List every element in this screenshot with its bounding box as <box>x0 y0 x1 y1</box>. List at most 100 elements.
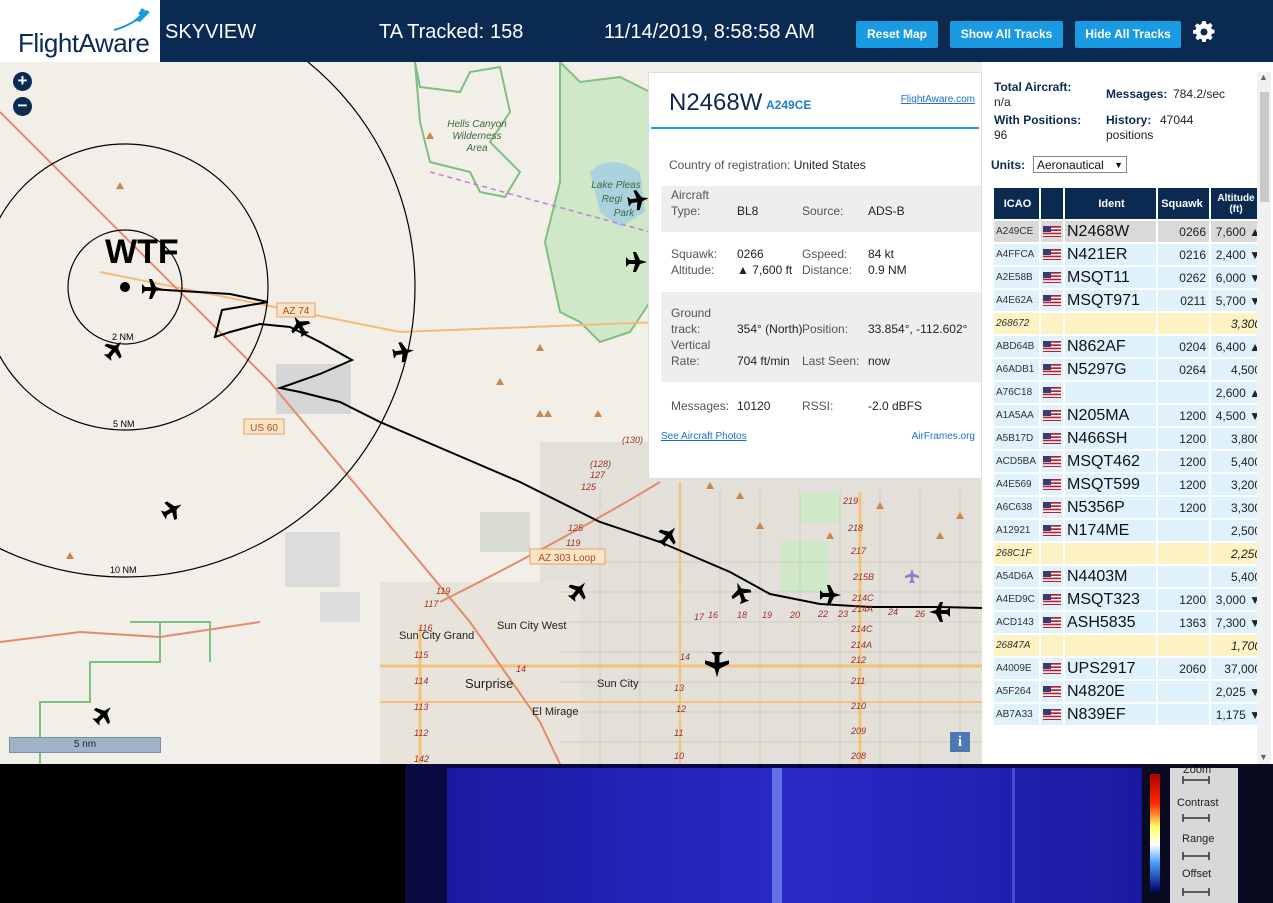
svg-text:212: 212 <box>850 655 866 665</box>
svg-text:209: 209 <box>850 726 866 736</box>
position-value: 33.854°, -112.602° <box>868 322 968 336</box>
us-flag-icon <box>1043 387 1061 399</box>
flag-cell <box>1041 543 1063 564</box>
app-name: SKYVIEW <box>165 21 257 43</box>
table-row[interactable]: A4E569 MSQT599 1200 3,200 <box>994 474 1263 495</box>
icao-cell: 26847A <box>994 635 1039 656</box>
icao-cell: A4ED9C <box>994 589 1039 610</box>
squawk-cell <box>1158 566 1209 587</box>
table-row[interactable]: A4FFCA N421ER 0216 2,400 ▼ <box>994 244 1263 265</box>
table-row[interactable]: ACD5BA MSQT462 1200 5,400 <box>994 451 1263 472</box>
altitude-value: ▲ 7,600 ft <box>737 263 793 277</box>
table-row[interactable]: A4ED9C MSQT323 1200 3,000 ▼ <box>994 589 1263 610</box>
ident-cell: N5297G <box>1065 359 1156 380</box>
icao-cell: A12921 <box>994 520 1039 541</box>
icao-cell: A2E58B <box>994 267 1039 288</box>
table-row[interactable]: A249CE N2468W 0266 7,600 ▲ <box>994 221 1263 242</box>
icao-cell: A249CE <box>994 221 1039 242</box>
table-row[interactable]: A5B17D N466SH 1200 3,800 <box>994 428 1263 449</box>
aircraft-type-label: Aircraft <box>671 188 710 202</box>
column-header-icao[interactable]: ICAO <box>994 188 1039 219</box>
table-row[interactable]: 26847A 1,700 <box>994 635 1263 656</box>
table-row[interactable]: A6C638 N5356P 1200 3,300 <box>994 497 1263 518</box>
icao-cell: 268672 <box>994 313 1039 334</box>
reset-map-button[interactable]: Reset Map <box>856 21 938 48</box>
range-label-2nm: 2 NM <box>112 332 134 342</box>
scroll-up-icon[interactable]: ▲ <box>1259 72 1268 82</box>
squawk-cell: 0211 <box>1158 290 1209 311</box>
us-flag-icon <box>1043 341 1061 353</box>
us-flag-icon <box>1043 502 1061 514</box>
altitude-cell: 5,700 ▼ <box>1211 290 1263 311</box>
flightaware-logo[interactable]: FlightAware <box>0 0 160 62</box>
table-row[interactable]: A6ADB1 N5297G 0264 4,500 <box>994 359 1263 380</box>
zoom-out-button[interactable]: − <box>13 97 32 116</box>
icao-cell: ACD143 <box>994 612 1039 633</box>
airframes-link[interactable]: AirFrames.org <box>912 431 975 442</box>
flightaware-link[interactable]: FlightAware.com <box>901 94 975 105</box>
ident-cell: N2468W <box>1065 221 1156 242</box>
ident-cell: N862AF <box>1065 336 1156 357</box>
column-header-altitude[interactable]: Altitude (ft) <box>1211 188 1263 219</box>
table-row[interactable]: A12921 N174ME 2,500 <box>994 520 1263 541</box>
flag-cell <box>1041 474 1063 495</box>
table-row[interactable]: A4E62A MSQT971 0211 5,700 ▼ <box>994 290 1263 311</box>
table-row[interactable]: AB7A33 N839EF 1,175 ▼ <box>994 704 1263 725</box>
show-all-tracks-button[interactable]: Show All Tracks <box>950 21 1063 48</box>
place-label: Sun City West <box>497 620 567 632</box>
sidebar-scrollbar[interactable]: ▲ ▼ <box>1257 72 1271 764</box>
svg-text:26: 26 <box>914 609 925 619</box>
table-row[interactable]: 268672 3,300 <box>994 313 1263 334</box>
icao-cell: A54D6A <box>994 566 1039 587</box>
table-row[interactable]: A4009E UPS2917 2060 37,000 <box>994 658 1263 679</box>
svg-text:119: 119 <box>436 586 450 596</box>
total-aircraft-label: Total Aircraft: <box>994 80 1072 94</box>
scrollbar-thumb[interactable] <box>1260 92 1269 202</box>
site-label: WTF <box>105 233 179 271</box>
svg-text:(128): (128) <box>590 459 611 469</box>
svg-text:142: 142 <box>414 754 429 764</box>
center-signal <box>772 768 782 903</box>
table-row[interactable]: ACD143 ASH5835 1363 7,300 ▼ <box>994 612 1263 633</box>
table-row[interactable]: ABD64B N862AF 0204 6,400 ▲ <box>994 336 1263 357</box>
column-header-squawk[interactable]: Squawk <box>1158 188 1209 219</box>
zoom-in-button[interactable]: + <box>13 72 32 91</box>
svg-text:115: 115 <box>414 650 429 660</box>
squawk-cell <box>1158 313 1209 334</box>
us-flag-icon <box>1043 709 1061 721</box>
map-info-button[interactable]: i <box>950 732 970 752</box>
table-row[interactable]: A76C18 2,600 ▲ <box>994 382 1263 403</box>
ident-cell: N839EF <box>1065 704 1156 725</box>
aircraft-photos-link[interactable]: See Aircraft Photos <box>661 431 747 442</box>
altitude-cell: 6,000 ▼ <box>1211 267 1263 288</box>
top-header: FlightAware SKYVIEW TA Tracked: 158 11/1… <box>0 0 1273 62</box>
svg-text:11: 11 <box>674 728 683 738</box>
ident-cell: N4403M <box>1065 566 1156 587</box>
table-row[interactable]: A54D6A N4403M 5,400 <box>994 566 1263 587</box>
place-label: Area <box>465 143 488 154</box>
aircraft-type-label: Type: <box>671 204 701 218</box>
table-row[interactable]: A2E58B MSQT11 0262 6,000 ▼ <box>994 267 1263 288</box>
units-select[interactable]: Aeronautical ▼ <box>1033 156 1127 173</box>
squawk-cell: 1200 <box>1158 589 1209 610</box>
svg-text:12: 12 <box>676 704 686 714</box>
ident-cell: MSQT462 <box>1065 451 1156 472</box>
ident-cell: MSQT11 <box>1065 267 1156 288</box>
squawk-cell <box>1158 635 1209 656</box>
column-header-flag[interactable] <box>1041 188 1063 219</box>
scroll-down-icon[interactable]: ▼ <box>1259 752 1268 762</box>
altitude-cell: 1,175 ▼ <box>1211 704 1263 725</box>
tracked-label: TA Tracked: <box>379 21 485 43</box>
table-row[interactable]: A1A5AA N205MA 1200 4,500 ▼ <box>994 405 1263 426</box>
column-header-ident[interactable]: Ident <box>1065 188 1156 219</box>
table-row[interactable]: A5F264 N4820E 2,025 ▼ <box>994 681 1263 702</box>
icao-cell: A5F264 <box>994 681 1039 702</box>
svg-text:14: 14 <box>516 664 526 674</box>
gear-icon[interactable] <box>1192 20 1216 44</box>
aircraft-table: ICAO Ident Squawk Altitude (ft) A249CE N2… <box>992 186 1265 727</box>
table-row[interactable]: 268C1F 2,250 <box>994 543 1263 564</box>
aircraft-icao-link[interactable]: A249CE <box>766 98 811 112</box>
hide-all-tracks-button[interactable]: Hide All Tracks <box>1075 21 1181 48</box>
icao-cell: A4E569 <box>994 474 1039 495</box>
us-flag-icon <box>1043 295 1061 307</box>
